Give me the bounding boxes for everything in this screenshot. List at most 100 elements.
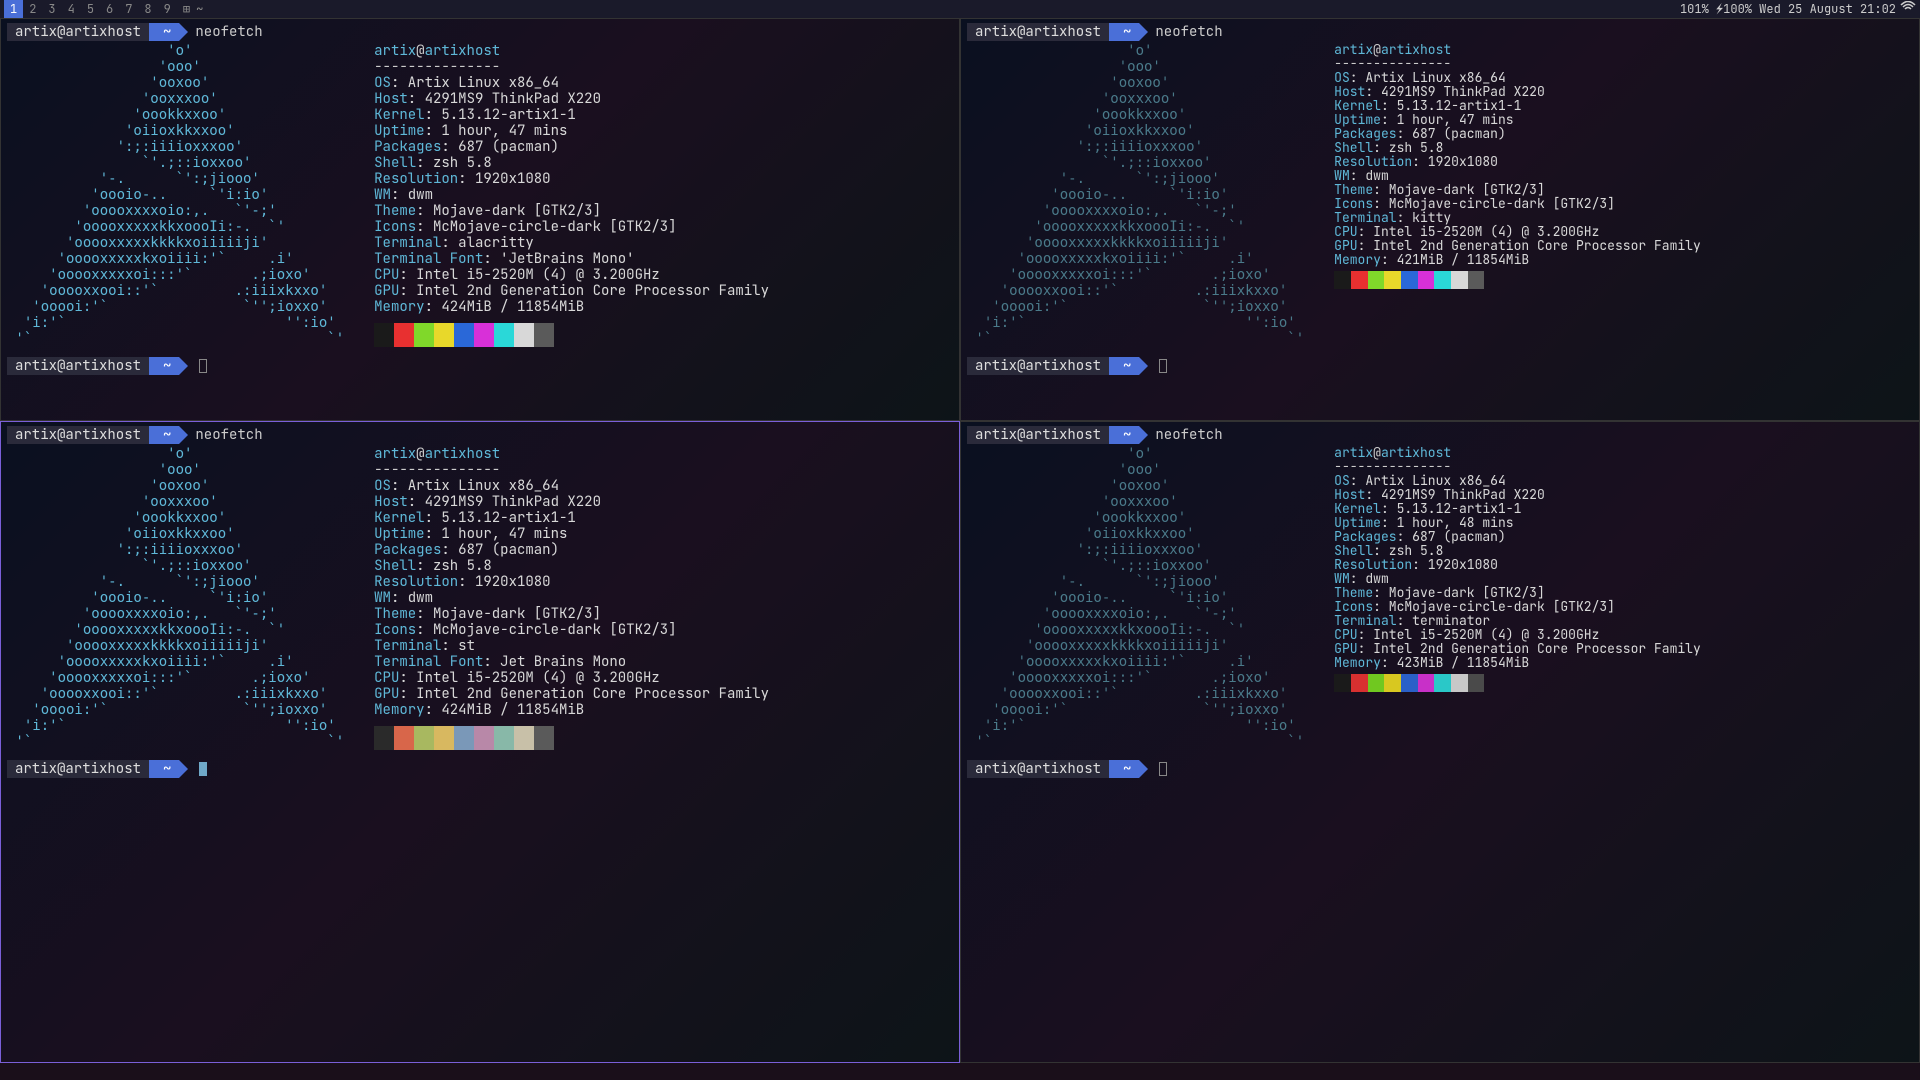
info-row: WM: dwm [374,187,769,203]
color-swatch [1368,674,1385,692]
status-right: 101% ⚡100% Wed 25 August 21:02 [1680,1,1916,17]
info-row: Kernel: 5.13.12-artix1-1 [374,510,769,526]
workspace-tag-3[interactable]: 3 [42,0,61,18]
shell-prompt[interactable]: artix@artixhost ~ [7,357,953,375]
info-row: Resolution: 1920x1080 [1334,155,1701,169]
prompt-path: ~ [1109,357,1139,375]
ascii-logo: 'o' 'ooo' 'ooxoo' 'ooxxxoo' 'oookkxxoo' … [967,43,1304,347]
shell-prompt[interactable]: artix@artixhost ~ neofetch [7,426,953,444]
info-row: Terminal Font: Jet Brains Mono [374,654,769,670]
color-swatch [1401,674,1418,692]
color-swatch [1434,271,1451,289]
ascii-logo: 'o' 'ooo' 'ooxoo' 'ooxxxoo' 'oookkxxoo' … [7,446,344,750]
wifi-icon [1900,1,1916,17]
terminal-pane[interactable]: artix@artixhost ~ neofetch 'o' 'ooo' 'oo… [0,18,960,421]
prompt-user-host: artix@artixhost [7,426,149,444]
neofetch-output: 'o' 'ooo' 'ooxoo' 'ooxxxoo' 'oookkxxoo' … [7,446,953,750]
workspace-tag-4[interactable]: 4 [62,0,81,18]
color-swatch [1384,271,1401,289]
prompt-user-host: artix@artixhost [967,23,1109,41]
color-swatch [534,726,554,750]
info-key: Memory [1334,251,1381,268]
prompt-path: ~ [149,426,179,444]
info-value: 1920x1080 [1428,556,1498,573]
color-swatch [514,726,534,750]
shell-prompt[interactable]: artix@artixhost ~ neofetch [967,426,1913,444]
info-value: 424MiB / 11854MiB [441,298,584,316]
info-row: Memory: 424MiB / 11854MiB [374,702,769,718]
prompt-command: neofetch [179,426,262,444]
info-value: 1920x1080 [475,573,551,591]
info-row: Resolution: 1920x1080 [374,171,769,187]
shell-prompt[interactable]: artix@artixhost ~ [967,357,1913,375]
terminal-pane[interactable]: artix@artixhost ~ neofetch 'o' 'ooo' 'oo… [960,421,1920,1063]
workspace-tag-5[interactable]: 5 [81,0,100,18]
neofetch-info: artix@artixhost---------------OS: Artix … [374,446,769,718]
prompt-command: neofetch [1139,23,1222,41]
info-row: Uptime: 1 hour, 47 mins [374,123,769,139]
workspace-tag-7[interactable]: 7 [119,0,138,18]
prompt-path: ~ [149,357,179,375]
color-swatches [374,726,554,750]
info-row: Packages: 687 (pacman) [374,139,769,155]
terminal-pane[interactable]: artix@artixhost ~ neofetch 'o' 'ooo' 'oo… [960,18,1920,421]
shell-prompt[interactable]: artix@artixhost ~ neofetch [7,23,953,41]
shell-prompt[interactable]: artix@artixhost ~ [7,760,953,778]
color-swatch [494,323,514,347]
ascii-logo: 'o' 'ooo' 'ooxoo' 'ooxxxoo' 'oookkxxoo' … [967,446,1304,750]
color-swatch [414,726,434,750]
shell-prompt[interactable]: artix@artixhost ~ [967,760,1913,778]
prompt-command: neofetch [179,23,262,41]
workspace-tag-2[interactable]: 2 [23,0,42,18]
info-row: Resolution: 1920x1080 [1334,558,1701,572]
color-swatch [414,323,434,347]
terminal-pane[interactable]: artix@artixhost ~ neofetch 'o' 'ooo' 'oo… [0,421,960,1063]
prompt-path: ~ [149,760,179,778]
color-swatch [454,726,474,750]
info-row: Host: 4291MS9 ThinkPad X220 [374,91,769,107]
color-swatch [1418,674,1435,692]
info-row: Shell: zsh 5.8 [374,558,769,574]
color-swatch [534,323,554,347]
color-swatch [394,726,414,750]
color-swatch [1418,271,1435,289]
workspace-tags: 123456789 [4,0,177,18]
prompt-user-host: artix@artixhost [967,760,1109,778]
neofetch-info: artix@artixhost---------------OS: Artix … [374,43,769,315]
info-row: GPU: Intel 2nd Generation Core Processor… [374,686,769,702]
info-key: Memory [1334,654,1381,671]
workspace-tag-6[interactable]: 6 [100,0,119,18]
prompt-path: ~ [1109,760,1139,778]
info-key: Memory [374,701,424,719]
info-row: Memory: 424MiB / 11854MiB [374,299,769,315]
info-row: Terminal Font: 'JetBrains Mono' [374,251,769,267]
neofetch-info: artix@artixhost---------------OS: Artix … [1334,446,1701,670]
workspace-tag-1[interactable]: 1 [4,0,23,18]
info-key: Memory [374,298,424,316]
info-row: Host: 4291MS9 ThinkPad X220 [374,494,769,510]
info-row: Icons: McMojave-circle-dark [GTK2/3] [374,622,769,638]
tilde-indicator: ~ [196,1,203,17]
workspace-tag-9[interactable]: 9 [158,0,177,18]
color-swatch [434,726,454,750]
color-swatch [1334,271,1351,289]
color-swatch [1334,674,1351,692]
info-row: OS: Artix Linux x86_64 [374,75,769,91]
info-row: OS: Artix Linux x86_64 [374,478,769,494]
prompt-path: ~ [1109,23,1139,41]
info-row: CPU: Intel i5-2520M (4) @ 3.200GHz [374,267,769,283]
color-swatch [474,323,494,347]
workspace-tag-8[interactable]: 8 [138,0,157,18]
prompt-command: neofetch [1139,426,1222,444]
info-value: 1920x1080 [1428,153,1498,170]
info-value: 421MiB / 11854MiB [1397,251,1530,268]
color-swatch [1468,271,1485,289]
color-swatch [1451,674,1468,692]
cursor [1159,762,1167,776]
color-swatches [1334,674,1484,692]
info-value: 423MiB / 11854MiB [1397,654,1530,671]
shell-prompt[interactable]: artix@artixhost ~ neofetch [967,23,1913,41]
info-row: WM: dwm [374,590,769,606]
neofetch-output: 'o' 'ooo' 'ooxoo' 'ooxxxoo' 'oookkxxoo' … [7,43,953,347]
ascii-logo: 'o' 'ooo' 'ooxoo' 'ooxxxoo' 'oookkxxoo' … [7,43,344,347]
